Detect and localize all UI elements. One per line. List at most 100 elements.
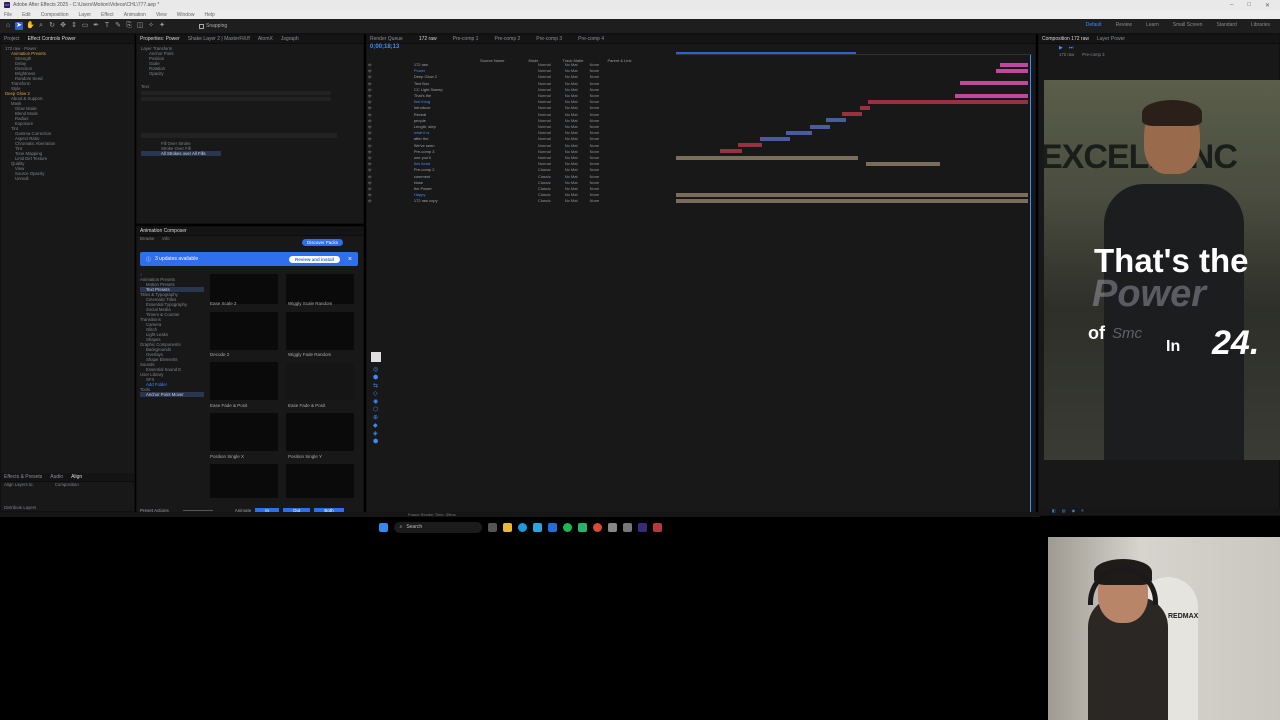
timeline-layer-row[interactable]: 👁 the Power Classic No Mat None (368, 186, 668, 191)
layer-mode-select[interactable]: Normal (538, 81, 551, 86)
clone-tool-icon[interactable]: ⎘ (125, 22, 133, 30)
layer-duration-bar[interactable] (738, 143, 762, 148)
timeline-layer-row[interactable]: 👁 after the Normal No Mat None (368, 136, 668, 141)
graph-editor-icon[interactable] (371, 352, 381, 362)
menu-composition[interactable]: Composition (41, 12, 69, 18)
track-matte-select[interactable]: No Mat (565, 81, 578, 86)
layer-mode-select[interactable]: Normal (538, 161, 551, 166)
layer-name[interactable]: Happy (414, 192, 484, 197)
tab-properties[interactable]: Properties: Power (140, 36, 180, 42)
pan-tool-icon[interactable]: ✥ (59, 22, 67, 30)
menu-animation[interactable]: Animation (124, 12, 146, 18)
eraser-tool-icon[interactable]: ◫ (136, 22, 144, 30)
visibility-eye-icon[interactable]: 👁 (368, 168, 372, 172)
preset-thumbnail-hover[interactable] (286, 362, 354, 400)
track-matte-select[interactable]: No Mat (565, 130, 578, 135)
timeline-layer-row[interactable]: 👁 Nose Classic No Mat None (368, 180, 668, 185)
app-icon[interactable] (607, 522, 617, 532)
tab-effects-presets[interactable]: Effects & Presets (4, 474, 42, 480)
track-matte-select[interactable]: No Mat (565, 198, 578, 203)
layer-duration-bar[interactable] (720, 149, 742, 154)
chrome-icon[interactable] (592, 522, 602, 532)
track-matte-select[interactable]: No Mat (565, 99, 578, 104)
tab-animation-composer[interactable]: Animation Composer (140, 228, 187, 234)
preset-thumbnail[interactable] (286, 413, 354, 451)
puppet-tool-icon[interactable]: ✦ (158, 22, 166, 30)
preset-thumbnail[interactable] (210, 312, 278, 350)
crumb-pre-comp-3[interactable]: Pre-comp 3 (1082, 52, 1104, 57)
track-matte-select[interactable]: No Mat (565, 161, 578, 166)
layer-name[interactable]: Reveal (414, 112, 484, 117)
layer-duration-bar[interactable] (842, 112, 862, 117)
current-time-display[interactable]: 0;00;18;13 (370, 44, 399, 50)
layer-duration-bar[interactable] (826, 118, 846, 123)
tab-render-queue[interactable]: Render Queue (370, 36, 403, 42)
timeline-layer-row[interactable]: 👁 Reveal Normal No Mat None (368, 112, 668, 117)
file-explorer-icon[interactable] (502, 522, 512, 532)
play-icon[interactable]: ▶ (1059, 45, 1063, 51)
workspace-learn[interactable]: Learn (1146, 22, 1159, 28)
parent-select[interactable]: None (590, 167, 600, 172)
timeline-layer-row[interactable]: 👁 Introduce Normal No Mat None (368, 105, 668, 110)
preset-thumbnail[interactable] (210, 413, 278, 451)
track-matte-select[interactable]: No Mat (565, 167, 578, 172)
visibility-eye-icon[interactable]: 👁 (368, 162, 372, 166)
visibility-eye-icon[interactable]: 👁 (368, 193, 372, 197)
parent-select[interactable]: None (590, 192, 600, 197)
track-matte-select[interactable]: No Mat (565, 93, 578, 98)
snapping-checkbox[interactable] (199, 23, 204, 29)
visibility-eye-icon[interactable]: 👁 (368, 156, 372, 160)
timeline-layer-row[interactable]: 👁 first thing Normal No Mat None (368, 99, 668, 104)
preset-thumbnail[interactable] (286, 312, 354, 350)
snapshot-icon[interactable]: ⌾ (1081, 508, 1083, 514)
layer-name[interactable]: first thing (414, 99, 484, 104)
timeline-layer-row[interactable]: 👁 172 raw Normal No Mat None (368, 62, 668, 67)
teams-icon[interactable] (547, 522, 557, 532)
menu-effect[interactable]: Effect (101, 12, 114, 18)
parent-select[interactable]: None (590, 136, 600, 141)
layer-name[interactable]: Length, step (414, 124, 484, 129)
edge-icon[interactable] (517, 522, 527, 532)
task-view-icon[interactable] (487, 522, 497, 532)
parent-select[interactable]: None (590, 99, 600, 104)
menu-file[interactable]: File (4, 12, 12, 18)
timeline-layer-row[interactable]: 👁 Pre-comp 2 Classic No Mat None (368, 167, 668, 172)
layer-duration-bar[interactable] (960, 81, 1028, 86)
layer-mode-select[interactable]: Classic (538, 186, 551, 191)
visibility-eye-icon[interactable]: 👁 (368, 119, 372, 123)
layer-duration-bar[interactable] (1000, 62, 1028, 67)
menu-view[interactable]: View (156, 12, 167, 18)
workspace-default[interactable]: Default (1086, 22, 1102, 28)
visibility-eye-icon[interactable]: 👁 (368, 113, 372, 117)
layer-mode-select[interactable]: Classic (538, 174, 551, 179)
stroke-order-select[interactable] (141, 133, 337, 138)
layer-name[interactable]: after the (414, 136, 484, 141)
keyframe-tools-icon[interactable]: ◎ ⬢ ⇆ ◇ ◉ ⬡ ⊕ ◆ ◈ ⬢ (368, 366, 384, 446)
layer-mode-select[interactable]: Classic (538, 198, 551, 203)
timeline-layer-row[interactable]: 👁 comment Classic No Mat None (368, 174, 668, 179)
workspace-standard[interactable]: Standard (1217, 22, 1237, 28)
layer-duration-bar[interactable] (676, 192, 1028, 197)
layer-mode-select[interactable]: Normal (538, 93, 551, 98)
layer-mode-select[interactable]: Normal (538, 74, 551, 79)
taskbar-search[interactable]: ⌕ Search (393, 521, 482, 533)
workspace-review[interactable]: Review (1116, 22, 1132, 28)
visibility-eye-icon[interactable]: 👁 (368, 137, 372, 141)
discover-packs-button[interactable]: Discover Packs (302, 239, 344, 246)
track-matte-select[interactable]: No Mat (565, 87, 578, 92)
layer-name[interactable]: one you'll (414, 155, 484, 160)
parent-select[interactable]: None (590, 105, 600, 110)
minimize-icon[interactable]: – (1230, 2, 1233, 9)
timeline-layer-row[interactable]: 👁 We've seen Normal No Mat None (368, 143, 668, 148)
visibility-eye-icon[interactable]: 👁 (368, 69, 372, 73)
workspace-small-screen[interactable]: Small Screen (1173, 22, 1203, 28)
whatsapp-icon[interactable] (577, 522, 587, 532)
track-matte-select[interactable]: No Mat (565, 68, 578, 73)
tab-pre-comp-4[interactable]: Pre-comp 4 (578, 36, 604, 42)
preset-thumbnail[interactable] (286, 464, 354, 498)
timeline-layer-row[interactable]: 👁 this head Normal No Mat None (368, 161, 668, 166)
parent-select[interactable]: None (590, 81, 600, 86)
menu-edit[interactable]: Edit (22, 12, 31, 18)
roto-tool-icon[interactable]: ✧ (147, 22, 155, 30)
layer-mode-select[interactable]: Normal (538, 68, 551, 73)
